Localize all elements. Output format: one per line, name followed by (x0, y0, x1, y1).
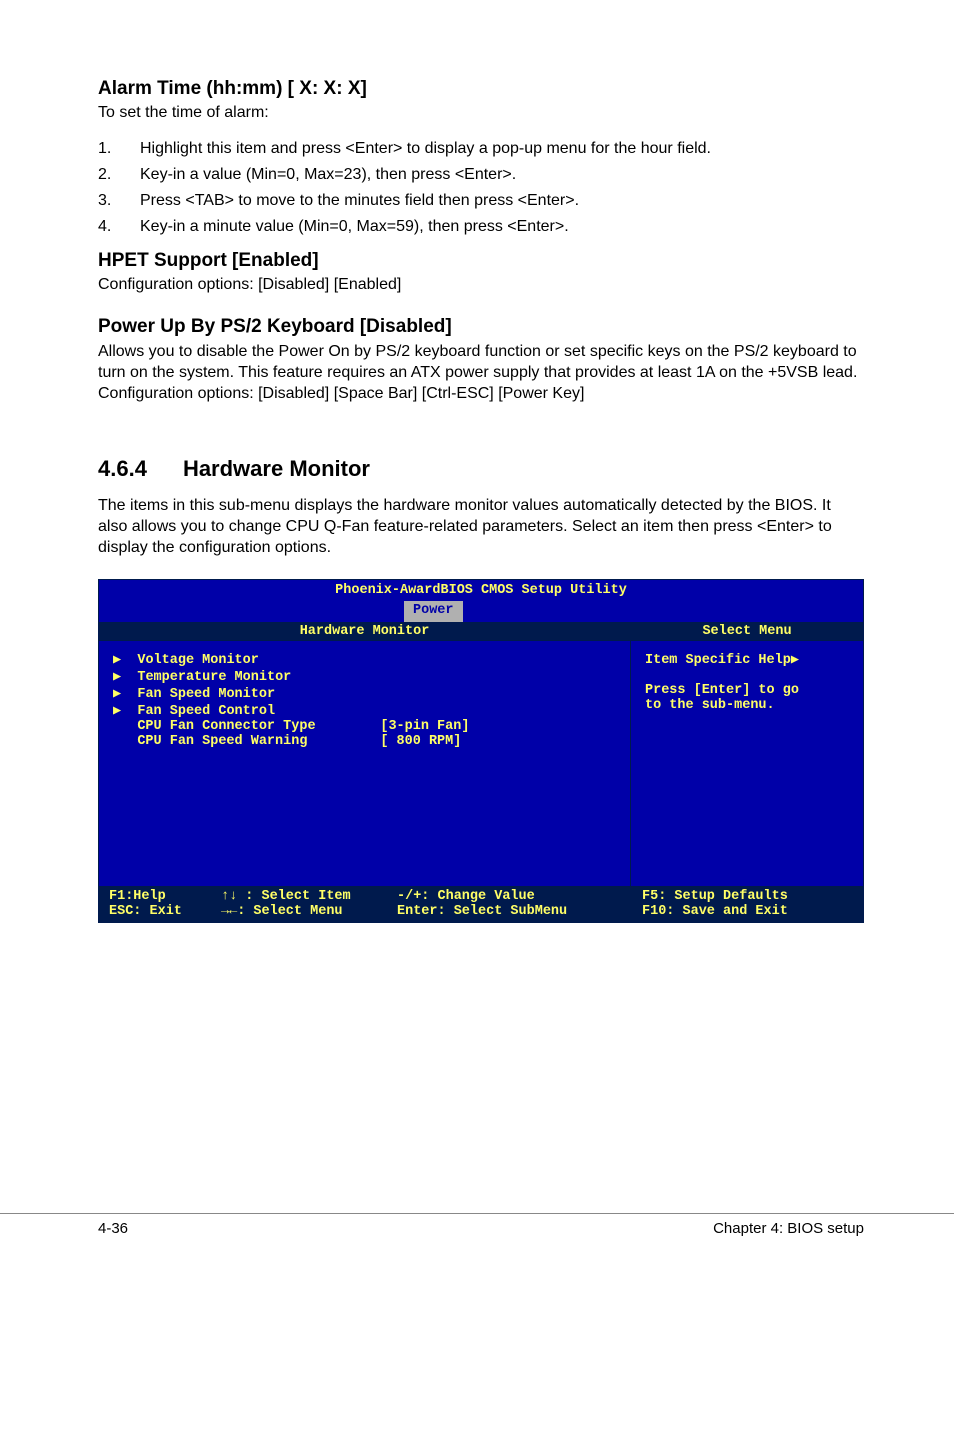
help-line: Item Specific Help▶ (645, 653, 799, 668)
bios-help-content: Item Specific Help▶ Press [Enter] to go … (631, 641, 863, 886)
bios-main-content: ▶ Voltage Monitor ▶ Temperature Monitor … (99, 641, 630, 886)
bios-item-connector-type[interactable]: CPU Fan Connector Type [3-pin Fan] (137, 719, 469, 734)
bios-title: Phoenix-AwardBIOS CMOS Setup Utility (99, 580, 863, 601)
section-number: 4.6.4 (98, 456, 147, 482)
tab-power[interactable]: Power (404, 601, 463, 622)
list-item: Press <TAB> to move to the minutes field… (98, 192, 864, 210)
help-line: to the sub-menu. (645, 698, 775, 713)
page-footer: 4-36 Chapter 4: BIOS setup (0, 1213, 954, 1273)
footer-select-item: ↑↓ : Select Item (221, 889, 397, 904)
help-line: Press [Enter] to go (645, 683, 799, 698)
bios-side-header: Select Menu (631, 622, 863, 641)
bios-screenshot: Phoenix-AwardBIOS CMOS Setup Utility Pow… (98, 579, 864, 923)
spacer (113, 734, 137, 749)
submenu-arrow-icon: ▶ (113, 704, 137, 719)
footer-setup-defaults: F5: Setup Defaults (642, 889, 788, 904)
section-title: Hardware Monitor (183, 456, 370, 481)
bios-main-header: Hardware Monitor (99, 622, 630, 641)
section-hardware-monitor: 4.6.4 Hardware Monitor (98, 456, 864, 482)
alarm-steps: Highlight this item and press <Enter> to… (98, 140, 864, 236)
bios-main-panel: Hardware Monitor ▶ Voltage Monitor ▶ Tem… (99, 622, 631, 886)
chapter-label: Chapter 4: BIOS setup (713, 1220, 864, 1237)
alarm-subhead: To set the time of alarm: (98, 104, 864, 122)
submenu-arrow-icon: ▶ (113, 670, 137, 685)
powerup-body: Allows you to disable the Power On by PS… (98, 342, 864, 404)
heading-hpet: HPET Support [Enabled] (98, 250, 864, 272)
bios-item-voltage[interactable]: Voltage Monitor (137, 653, 259, 668)
submenu-arrow-icon: ▶ (113, 687, 137, 702)
hpet-body: Configuration options: [Disabled] [Enabl… (98, 276, 864, 294)
section-body: The items in this sub-menu displays the … (98, 496, 864, 558)
page-number: 4-36 (98, 1220, 128, 1237)
footer-select-menu: →←: Select Menu (221, 904, 397, 919)
bios-item-speed-warning[interactable]: CPU Fan Speed Warning [ 800 RPM] (137, 734, 461, 749)
heading-powerup-ps2: Power Up By PS/2 Keyboard [Disabled] (98, 316, 864, 338)
bios-item-fanspeed-monitor[interactable]: Fan Speed Monitor (137, 687, 275, 702)
footer-change-value: -/+: Change Value (397, 889, 642, 904)
list-item: Key-in a value (Min=0, Max=23), then pre… (98, 166, 864, 184)
bios-item-fanspeed-control[interactable]: Fan Speed Control (137, 704, 275, 719)
bios-item-temperature[interactable]: Temperature Monitor (137, 670, 291, 685)
tab-spacer (99, 601, 404, 622)
bios-tabbar: Power (99, 601, 863, 622)
bios-side-panel: Select Menu Item Specific Help▶ Press [E… (631, 622, 863, 886)
spacer (113, 719, 137, 734)
footer-exit: ESC: Exit (109, 904, 221, 919)
footer-help: F1:Help (109, 889, 221, 904)
footer-select-submenu: Enter: Select SubMenu (397, 904, 642, 919)
list-item: Key-in a minute value (Min=0, Max=59), t… (98, 218, 864, 236)
submenu-arrow-icon: ▶ (113, 653, 137, 668)
heading-alarm-time: Alarm Time (hh:mm) [ X: X: X] (98, 78, 864, 100)
footer-save-exit: F10: Save and Exit (642, 904, 788, 919)
list-item: Highlight this item and press <Enter> to… (98, 140, 864, 158)
bios-footer: F1:Help ↑↓ : Select Item -/+: Change Val… (99, 886, 863, 922)
